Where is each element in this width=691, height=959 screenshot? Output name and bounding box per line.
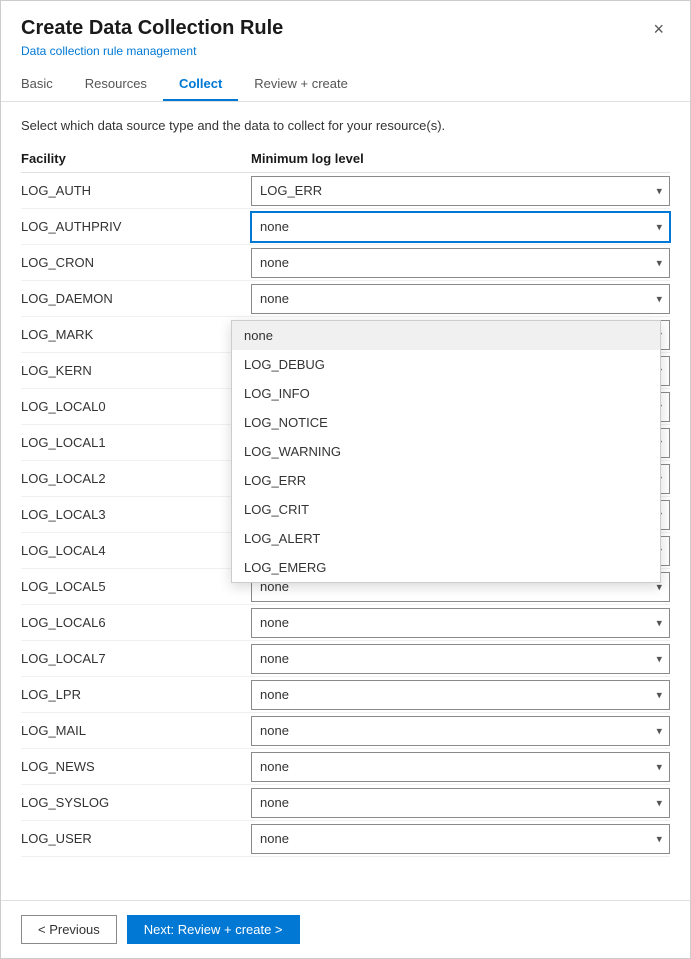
table-row: LOG_AUTHnoneLOG_DEBUGLOG_INFOLOG_NOTICEL… bbox=[21, 173, 670, 209]
table-row: LOG_MAILnoneLOG_DEBUGLOG_INFOLOG_NOTICEL… bbox=[21, 713, 670, 749]
facility-name: LOG_AUTHPRIV bbox=[21, 213, 251, 240]
dropdown-item[interactable]: LOG_CRIT bbox=[232, 495, 660, 524]
table-row: LOG_SYSLOGnoneLOG_DEBUGLOG_INFOLOG_NOTIC… bbox=[21, 785, 670, 821]
log-level-select[interactable]: noneLOG_DEBUGLOG_INFOLOG_NOTICELOG_WARNI… bbox=[251, 788, 670, 818]
table-row: LOG_USERnoneLOG_DEBUGLOG_INFOLOG_NOTICEL… bbox=[21, 821, 670, 857]
dropdown-item[interactable]: LOG_DEBUG bbox=[232, 350, 660, 379]
facility-name: LOG_CRON bbox=[21, 249, 251, 276]
facility-name: LOG_LOCAL4 bbox=[21, 537, 251, 564]
select-wrapper: noneLOG_DEBUGLOG_INFOLOG_NOTICELOG_WARNI… bbox=[251, 644, 670, 674]
table-row: LOG_DAEMONnoneLOG_DEBUGLOG_INFOLOG_NOTIC… bbox=[21, 281, 670, 317]
tab-bar: Basic Resources Collect Review + create bbox=[21, 68, 670, 101]
close-button[interactable]: × bbox=[647, 17, 670, 42]
log-level-select[interactable]: noneLOG_DEBUGLOG_INFOLOG_NOTICELOG_WARNI… bbox=[251, 284, 670, 314]
select-wrapper: noneLOG_DEBUGLOG_INFOLOG_NOTICELOG_WARNI… bbox=[251, 608, 670, 638]
facility-name: LOG_KERN bbox=[21, 357, 251, 384]
log-level-select[interactable]: noneLOG_DEBUGLOG_INFOLOG_NOTICELOG_WARNI… bbox=[251, 716, 670, 746]
dialog-title: Create Data Collection Rule bbox=[21, 17, 283, 40]
log-level-select[interactable]: noneLOG_DEBUGLOG_INFOLOG_NOTICELOG_WARNI… bbox=[251, 824, 670, 854]
facility-name: LOG_AUTH bbox=[21, 177, 251, 204]
description-text: Select which data source type and the da… bbox=[21, 118, 670, 133]
select-wrapper: noneLOG_DEBUGLOG_INFOLOG_NOTICELOG_WARNI… bbox=[251, 788, 670, 818]
facility-name: LOG_SYSLOG bbox=[21, 789, 251, 816]
log-level-select[interactable]: noneLOG_DEBUGLOG_INFOLOG_NOTICELOG_WARNI… bbox=[251, 248, 670, 278]
select-wrapper: noneLOG_DEBUGLOG_INFOLOG_NOTICELOG_WARNI… bbox=[251, 680, 670, 710]
dropdown-item[interactable]: LOG_EMERG bbox=[232, 553, 660, 582]
table-row: LOG_NEWSnoneLOG_DEBUGLOG_INFOLOG_NOTICEL… bbox=[21, 749, 670, 785]
tab-basic[interactable]: Basic bbox=[21, 68, 69, 101]
log-level-select[interactable]: noneLOG_DEBUGLOG_INFOLOG_NOTICELOG_WARNI… bbox=[251, 608, 670, 638]
tab-review-create[interactable]: Review + create bbox=[238, 68, 364, 101]
select-wrapper: noneLOG_DEBUGLOG_INFOLOG_NOTICELOG_WARNI… bbox=[251, 284, 670, 314]
facility-name: LOG_DAEMON bbox=[21, 285, 251, 312]
dialog-footer: < Previous Next: Review + create > bbox=[1, 900, 690, 958]
facility-name: LOG_NEWS bbox=[21, 753, 251, 780]
create-data-collection-dialog: Create Data Collection Rule × Data colle… bbox=[0, 0, 691, 959]
facility-name: LOG_LOCAL3 bbox=[21, 501, 251, 528]
dropdown-item[interactable]: LOG_INFO bbox=[232, 379, 660, 408]
dropdown-item[interactable]: LOG_WARNING bbox=[232, 437, 660, 466]
log-level-select[interactable]: noneLOG_DEBUGLOG_INFOLOG_NOTICELOG_WARNI… bbox=[251, 176, 670, 206]
col-facility-header: Facility bbox=[21, 151, 251, 166]
dialog-header: Create Data Collection Rule × Data colle… bbox=[1, 1, 690, 102]
facility-name: LOG_USER bbox=[21, 825, 251, 852]
table-row: LOG_AUTHPRIVnoneLOG_DEBUGLOG_INFOLOG_NOT… bbox=[21, 209, 670, 245]
log-level-select[interactable]: noneLOG_DEBUGLOG_INFOLOG_NOTICELOG_WARNI… bbox=[251, 680, 670, 710]
tab-collect[interactable]: Collect bbox=[163, 68, 238, 101]
log-level-select[interactable]: noneLOG_DEBUGLOG_INFOLOG_NOTICELOG_WARNI… bbox=[251, 752, 670, 782]
log-level-select[interactable]: noneLOG_DEBUGLOG_INFOLOG_NOTICELOG_WARNI… bbox=[251, 644, 670, 674]
facility-name: LOG_LOCAL6 bbox=[21, 609, 251, 636]
table-header: Facility Minimum log level bbox=[21, 147, 670, 173]
facility-name: LOG_LOCAL2 bbox=[21, 465, 251, 492]
dropdown-item[interactable]: none bbox=[232, 321, 660, 350]
facility-name: LOG_LOCAL7 bbox=[21, 645, 251, 672]
select-wrapper: noneLOG_DEBUGLOG_INFOLOG_NOTICELOG_WARNI… bbox=[251, 212, 670, 242]
dropdown-item[interactable]: LOG_ALERT bbox=[232, 524, 660, 553]
log-level-select[interactable]: noneLOG_DEBUGLOG_INFOLOG_NOTICELOG_WARNI… bbox=[251, 212, 670, 242]
facility-name: LOG_MARK bbox=[21, 321, 251, 348]
dropdown-item[interactable]: LOG_NOTICE bbox=[232, 408, 660, 437]
select-wrapper: noneLOG_DEBUGLOG_INFOLOG_NOTICELOG_WARNI… bbox=[251, 824, 670, 854]
table-row: LOG_LOCAL6noneLOG_DEBUGLOG_INFOLOG_NOTIC… bbox=[21, 605, 670, 641]
dropdown-item[interactable]: LOG_ERR bbox=[232, 466, 660, 495]
dialog-subtitle: Data collection rule management bbox=[21, 44, 670, 58]
dialog-body: Select which data source type and the da… bbox=[1, 102, 690, 900]
title-row: Create Data Collection Rule × bbox=[21, 17, 670, 42]
select-wrapper: noneLOG_DEBUGLOG_INFOLOG_NOTICELOG_WARNI… bbox=[251, 716, 670, 746]
facility-name: LOG_MAIL bbox=[21, 717, 251, 744]
select-wrapper: noneLOG_DEBUGLOG_INFOLOG_NOTICELOG_WARNI… bbox=[251, 176, 670, 206]
facility-name: LOG_LOCAL1 bbox=[21, 429, 251, 456]
select-wrapper: noneLOG_DEBUGLOG_INFOLOG_NOTICELOG_WARNI… bbox=[251, 248, 670, 278]
table-row: LOG_CRONnoneLOG_DEBUGLOG_INFOLOG_NOTICEL… bbox=[21, 245, 670, 281]
table-row: LOG_LOCAL7noneLOG_DEBUGLOG_INFOLOG_NOTIC… bbox=[21, 641, 670, 677]
col-minlog-header: Minimum log level bbox=[251, 151, 670, 166]
facility-name: LOG_LPR bbox=[21, 681, 251, 708]
facility-name: LOG_LOCAL5 bbox=[21, 573, 251, 600]
next-button[interactable]: Next: Review + create > bbox=[127, 915, 300, 944]
select-wrapper: noneLOG_DEBUGLOG_INFOLOG_NOTICELOG_WARNI… bbox=[251, 752, 670, 782]
facility-name: LOG_LOCAL0 bbox=[21, 393, 251, 420]
tab-resources[interactable]: Resources bbox=[69, 68, 163, 101]
table-row: LOG_LPRnoneLOG_DEBUGLOG_INFOLOG_NOTICELO… bbox=[21, 677, 670, 713]
log-level-dropdown[interactable]: noneLOG_DEBUGLOG_INFOLOG_NOTICELOG_WARNI… bbox=[231, 320, 661, 583]
previous-button[interactable]: < Previous bbox=[21, 915, 117, 944]
